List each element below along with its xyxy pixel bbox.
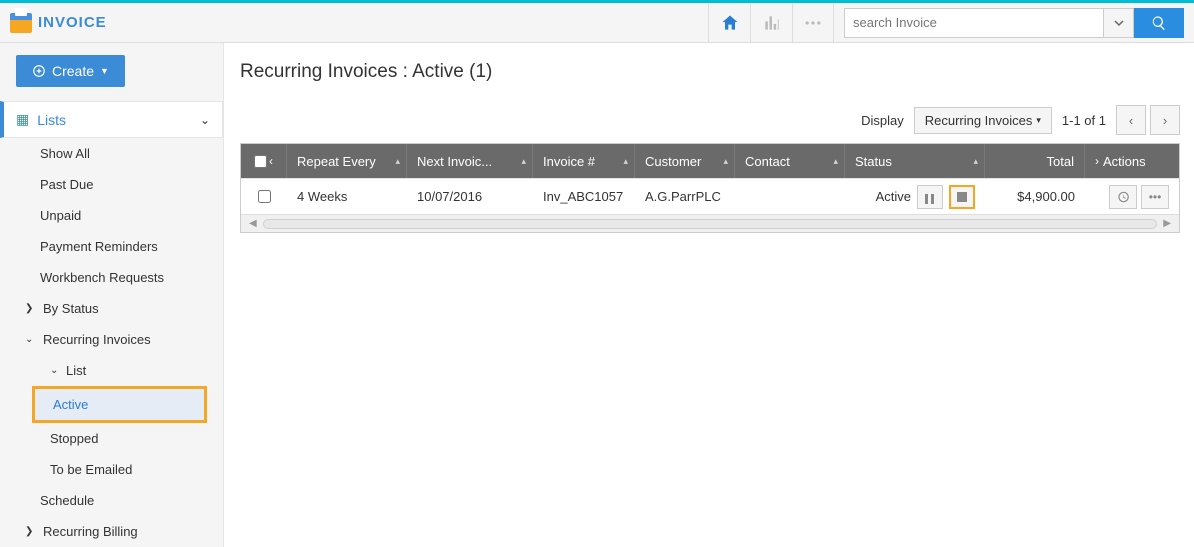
pager-prev-button[interactable]: ‹	[1116, 105, 1146, 135]
chevron-left-icon: ‹	[269, 154, 273, 168]
sort-icon: ▴	[723, 156, 728, 167]
display-toolbar: Display Recurring Invoices ▾ 1-1 of 1 ‹ …	[240, 105, 1180, 135]
display-dropdown[interactable]: Recurring Invoices ▾	[914, 107, 1052, 134]
sidebar-item-past-due[interactable]: Past Due	[0, 169, 223, 200]
search-button[interactable]	[1134, 8, 1184, 38]
home-button[interactable]	[708, 3, 750, 43]
cell-next: 10/07/2016	[407, 189, 533, 204]
plus-circle-icon	[32, 64, 46, 78]
th-status[interactable]: Status▴	[845, 144, 985, 178]
more-horizontal-icon	[803, 13, 823, 33]
recurring-billing-label: Recurring Billing	[43, 524, 138, 539]
history-icon	[1116, 190, 1130, 204]
chevron-down-icon: ⌄	[200, 113, 210, 127]
bar-chart-icon	[762, 13, 782, 33]
pagination-text: 1-1 of 1	[1062, 113, 1106, 128]
app-title: INVOICE	[38, 14, 107, 31]
th-actions: ›Actions	[1085, 144, 1179, 178]
home-icon	[720, 13, 740, 33]
th-invoice-number[interactable]: Invoice #▴	[533, 144, 635, 178]
cell-customer: A.G.ParrPLC	[635, 189, 735, 204]
history-button[interactable]	[1109, 185, 1137, 209]
cell-invoice-number: Inv_ABC1057	[533, 189, 635, 204]
invoices-table: ‹ Repeat Every▴ Next Invoic...▴ Invoice …	[240, 143, 1180, 233]
chevron-right-icon: ❯	[25, 526, 35, 537]
th-select-all[interactable]: ‹	[241, 144, 287, 178]
sidebar-item-by-status[interactable]: ❯ By Status	[0, 293, 223, 324]
th-customer[interactable]: Customer▴	[635, 144, 735, 178]
cell-total: $4,900.00	[985, 189, 1085, 204]
display-label: Display	[861, 113, 904, 128]
sidebar-item-workbench-requests[interactable]: Workbench Requests	[0, 262, 223, 293]
app-logo[interactable]: INVOICE	[10, 13, 107, 33]
search-icon	[1151, 15, 1167, 31]
pause-button[interactable]	[917, 185, 943, 209]
caret-down-icon: ▾	[1036, 115, 1041, 126]
main-content: Recurring Invoices : Active (1) Display …	[224, 43, 1194, 547]
grid-icon: ▦	[16, 111, 29, 128]
analytics-button[interactable]	[750, 3, 792, 43]
create-label: Create	[52, 63, 94, 79]
sort-icon: ▴	[973, 156, 978, 167]
cell-status: Active	[876, 189, 911, 204]
app-header: INVOICE	[0, 3, 1194, 43]
by-status-label: By Status	[43, 301, 99, 316]
page-title: Recurring Invoices : Active (1)	[240, 61, 1180, 83]
chevron-right-icon: ❯	[25, 303, 35, 314]
th-contact[interactable]: Contact▴	[735, 144, 845, 178]
sidebar-item-recurring-billing[interactable]: ❯ Recurring Billing	[0, 516, 223, 547]
sidebar: Create ▼ ▦ Lists ⌄ Show All Past Due Unp…	[0, 43, 224, 547]
display-value: Recurring Invoices	[925, 113, 1033, 128]
sidebar-item-payment-reminders[interactable]: Payment Reminders	[0, 231, 223, 262]
sort-icon: ▴	[623, 156, 628, 167]
cell-repeat: 4 Weeks	[287, 189, 407, 204]
sidebar-item-show-all[interactable]: Show All	[0, 138, 223, 169]
sidebar-item-stopped[interactable]: Stopped	[0, 423, 223, 454]
stop-icon	[957, 192, 967, 202]
chevron-down-icon: ⌄	[25, 334, 35, 345]
invoice-logo-icon	[10, 13, 32, 33]
th-total[interactable]: Total	[985, 144, 1085, 178]
sort-icon: ▴	[521, 156, 526, 167]
pause-icon	[925, 192, 935, 202]
select-all-checkbox[interactable]	[254, 155, 267, 168]
lists-label: Lists	[37, 112, 192, 128]
caret-down-icon: ▼	[100, 66, 109, 76]
row-checkbox[interactable]	[258, 190, 271, 203]
sidebar-item-to-be-emailed[interactable]: To be Emailed	[0, 454, 223, 485]
table-row[interactable]: 4 Weeks 10/07/2016 Inv_ABC1057 A.G.ParrP…	[241, 178, 1179, 214]
sidebar-item-active[interactable]: Active	[32, 386, 207, 423]
sidebar-item-unpaid[interactable]: Unpaid	[0, 200, 223, 231]
more-button[interactable]	[792, 3, 834, 43]
scroll-right-icon[interactable]: ▶	[1163, 218, 1171, 229]
search-wrap	[844, 8, 1184, 38]
create-button[interactable]: Create ▼	[16, 55, 125, 87]
chevron-down-icon: ⌄	[50, 365, 60, 376]
table-header: ‹ Repeat Every▴ Next Invoic...▴ Invoice …	[241, 144, 1179, 178]
sidebar-item-list[interactable]: ⌄ List	[0, 355, 223, 386]
sort-icon: ▴	[395, 156, 400, 167]
sidebar-item-recurring-invoices[interactable]: ⌄ Recurring Invoices	[0, 324, 223, 355]
sidebar-item-schedule[interactable]: Schedule	[0, 485, 223, 516]
list-label: List	[66, 363, 86, 378]
search-dropdown[interactable]	[1104, 8, 1134, 38]
search-input[interactable]	[844, 8, 1104, 38]
pager-next-button[interactable]: ›	[1150, 105, 1180, 135]
horizontal-scrollbar[interactable]: ◀ ▶	[241, 214, 1179, 232]
row-more-button[interactable]: •••	[1141, 185, 1169, 209]
lists-header[interactable]: ▦ Lists ⌄	[0, 101, 223, 138]
th-repeat-every[interactable]: Repeat Every▴	[287, 144, 407, 178]
th-next-invoice[interactable]: Next Invoic...▴	[407, 144, 533, 178]
scroll-left-icon[interactable]: ◀	[249, 218, 257, 229]
sort-icon: ▴	[833, 156, 838, 167]
chevron-down-icon	[1114, 18, 1124, 28]
recurring-invoices-label: Recurring Invoices	[43, 332, 151, 347]
scroll-track[interactable]	[263, 219, 1158, 229]
chevron-right-icon: ›	[1095, 154, 1099, 168]
stop-button[interactable]	[949, 185, 975, 209]
